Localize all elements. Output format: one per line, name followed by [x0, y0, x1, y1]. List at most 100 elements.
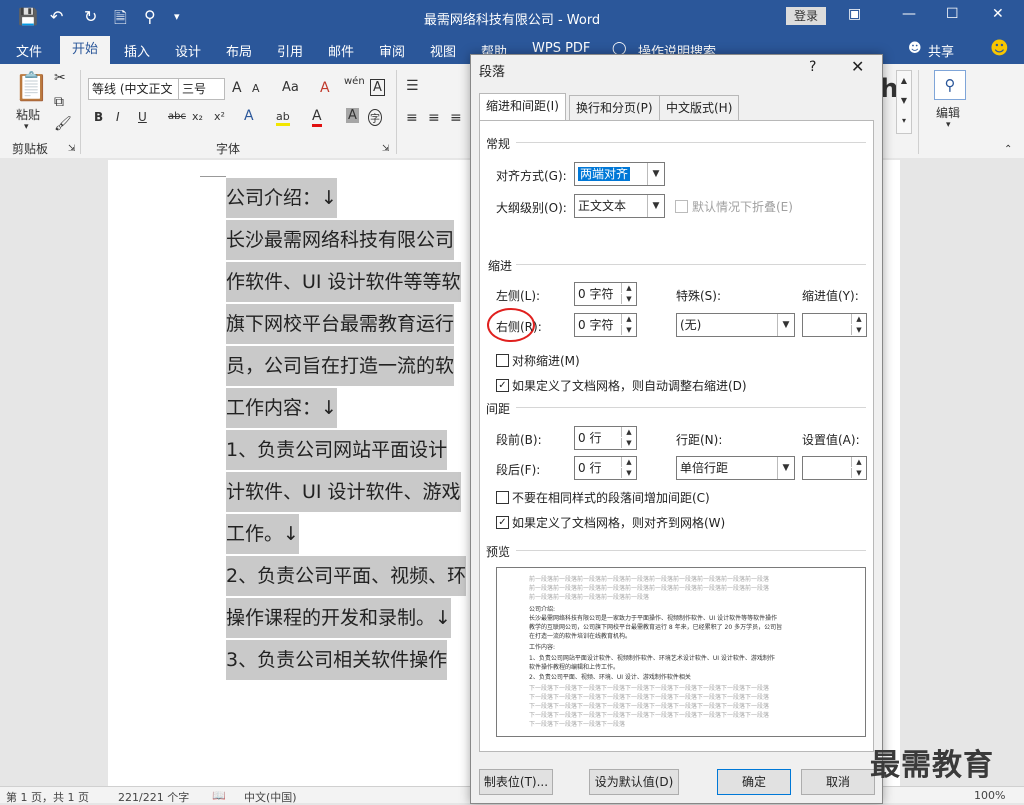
ok-button[interactable]: 确定: [717, 769, 791, 795]
space-after-spinner[interactable]: 0 行 ▲ ▼: [574, 456, 637, 480]
doc-line[interactable]: 3、负责公司相关软件操作: [226, 640, 448, 680]
shrink-font-icon[interactable]: A: [252, 82, 260, 95]
tab-line-page-breaks[interactable]: 换行和分页(P): [569, 95, 660, 120]
indent-left-spinner[interactable]: 0 字符 ▲ ▼: [574, 282, 637, 306]
collapse-default-checkbox[interactable]: [675, 200, 688, 213]
cut-icon[interactable]: ✂: [54, 70, 66, 86]
copy-icon[interactable]: ⧉: [54, 94, 64, 110]
format-painter-icon[interactable]: 🖌: [54, 116, 72, 132]
spin-up-icon[interactable]: ▲: [851, 457, 866, 467]
change-case-icon[interactable]: Aa: [282, 80, 299, 95]
clear-format-icon[interactable]: A: [320, 80, 330, 96]
enclose-chars-icon[interactable]: 字: [368, 109, 382, 126]
doc-line[interactable]: 计软件、UI 设计软件、游戏: [226, 472, 461, 512]
mirror-indents-checkbox[interactable]: [496, 354, 509, 367]
share-button[interactable]: 共享: [928, 41, 954, 60]
align-right-icon[interactable]: ≡: [450, 110, 462, 126]
cancel-button[interactable]: 取消: [801, 769, 875, 795]
tab-design[interactable]: 设计: [175, 41, 201, 60]
spacing-at-spinner[interactable]: ▲ ▼: [802, 456, 867, 480]
auto-adjust-indent-checkbox[interactable]: ✓: [496, 379, 509, 392]
spin-up-icon[interactable]: ▲: [621, 314, 636, 324]
space-before-spinner[interactable]: 0 行 ▲ ▼: [574, 426, 637, 450]
ribbon-display-icon[interactable]: ▣: [848, 6, 861, 22]
proofing-icon[interactable]: 📖: [212, 789, 226, 802]
editing-button[interactable]: 编辑: [936, 104, 960, 121]
special-indent-select[interactable]: (无) ▼: [676, 313, 795, 337]
spin-up-icon[interactable]: ▲: [621, 283, 636, 293]
spin-down-icon[interactable]: ▼: [621, 325, 636, 335]
doc-line[interactable]: 1、负责公司网站平面设计: [226, 430, 448, 470]
superscript-button[interactable]: x²: [214, 110, 225, 123]
no-space-same-style-checkbox[interactable]: [496, 491, 509, 504]
editing-dropdown-icon[interactable]: ▾: [946, 120, 951, 130]
dialog-close-button[interactable]: ✕: [851, 57, 864, 76]
align-center-icon[interactable]: ≡: [428, 110, 440, 126]
strikethrough-button[interactable]: abc: [168, 111, 186, 122]
paste-icon[interactable]: 📋: [14, 70, 49, 103]
clipboard-launcher-icon[interactable]: ⇲: [68, 144, 76, 154]
chevron-down-icon[interactable]: ▼: [777, 314, 794, 336]
tab-home[interactable]: 开始: [60, 36, 111, 64]
tab-references[interactable]: 引用: [277, 41, 303, 60]
minimize-button[interactable]: —: [902, 6, 916, 22]
phonetic-guide-icon[interactable]: wén: [344, 76, 365, 87]
line-spacing-select[interactable]: 单倍行距 ▼: [676, 456, 795, 480]
tab-mailings[interactable]: 邮件: [328, 41, 354, 60]
zoom-level[interactable]: 100%: [974, 789, 1005, 802]
doc-line[interactable]: 作软件、UI 设计软件等等软: [226, 262, 461, 302]
tab-insert[interactable]: 插入: [124, 41, 150, 60]
align-left-icon[interactable]: ≡: [406, 110, 418, 126]
font-size-combo[interactable]: 三号: [178, 78, 225, 100]
chevron-down-icon[interactable]: ▼: [647, 163, 664, 185]
doc-line[interactable]: 工作。↓: [226, 514, 299, 554]
indent-by-spinner[interactable]: ▲ ▼: [802, 313, 867, 337]
tab-layout[interactable]: 布局: [226, 41, 252, 60]
highlight-icon[interactable]: ab: [276, 110, 290, 126]
tab-file[interactable]: 文件: [16, 41, 42, 60]
grow-font-icon[interactable]: A: [232, 80, 242, 96]
subscript-button[interactable]: x₂: [192, 110, 203, 123]
collapse-ribbon-icon[interactable]: ⌃: [1004, 144, 1012, 155]
font-launcher-icon[interactable]: ⇲: [382, 144, 390, 154]
tab-review[interactable]: 审阅: [379, 41, 405, 60]
font-color-icon[interactable]: A: [312, 108, 322, 127]
tab-view[interactable]: 视图: [430, 41, 456, 60]
set-default-button[interactable]: 设为默认值(D): [589, 769, 679, 795]
paste-dropdown-icon[interactable]: ▾: [24, 122, 29, 132]
doc-line[interactable]: 工作内容：↓: [226, 388, 337, 428]
spin-down-icon[interactable]: ▼: [621, 468, 636, 478]
char-shading-icon[interactable]: A: [346, 108, 359, 123]
smiley-icon[interactable]: ☻: [990, 38, 1009, 59]
chevron-down-icon[interactable]: ▼: [647, 195, 664, 217]
word-count[interactable]: 221/221 个字: [118, 789, 189, 805]
paste-button[interactable]: 粘贴: [16, 106, 40, 123]
tab-indents-spacing[interactable]: 缩进和间距(I): [479, 93, 566, 121]
maximize-button[interactable]: ☐: [946, 6, 959, 22]
spin-up-icon[interactable]: ▲: [851, 314, 866, 324]
bold-button[interactable]: B: [94, 110, 103, 124]
outline-level-select[interactable]: 正文文本 ▼: [574, 194, 665, 218]
spin-down-icon[interactable]: ▼: [621, 294, 636, 304]
doc-line[interactable]: 2、负责公司平面、视频、环: [226, 556, 467, 596]
underline-button[interactable]: U: [138, 110, 147, 124]
spin-down-icon[interactable]: ▼: [621, 438, 636, 448]
style-gallery-scroll[interactable]: ▲ ▼ ▾: [896, 70, 912, 134]
doc-line[interactable]: 员，公司旨在打造一流的软: [226, 346, 455, 386]
spin-up-icon[interactable]: ▲: [621, 427, 636, 437]
doc-line[interactable]: 长沙最需网络科技有限公司: [226, 220, 455, 260]
spin-down-icon[interactable]: ▼: [851, 468, 866, 478]
spin-up-icon[interactable]: ▲: [621, 457, 636, 467]
spin-down-icon[interactable]: ▼: [851, 325, 866, 335]
tabs-button[interactable]: 制表位(T)...: [479, 769, 553, 795]
char-border-icon[interactable]: A: [370, 79, 385, 96]
page-count[interactable]: 第 1 页，共 1 页: [6, 789, 89, 805]
bullets-icon[interactable]: ☰: [406, 78, 419, 94]
chevron-down-icon[interactable]: ▼: [777, 457, 794, 479]
font-name-combo[interactable]: 等线 (中文正文: [88, 78, 179, 100]
text-effects-icon[interactable]: A: [244, 108, 254, 124]
tab-asian-typography[interactable]: 中文版式(H): [659, 95, 740, 120]
language-indicator[interactable]: 中文(中国): [244, 789, 297, 805]
indent-right-spinner[interactable]: 0 字符 ▲ ▼: [574, 313, 637, 337]
find-icon[interactable]: ⚲: [934, 70, 966, 100]
